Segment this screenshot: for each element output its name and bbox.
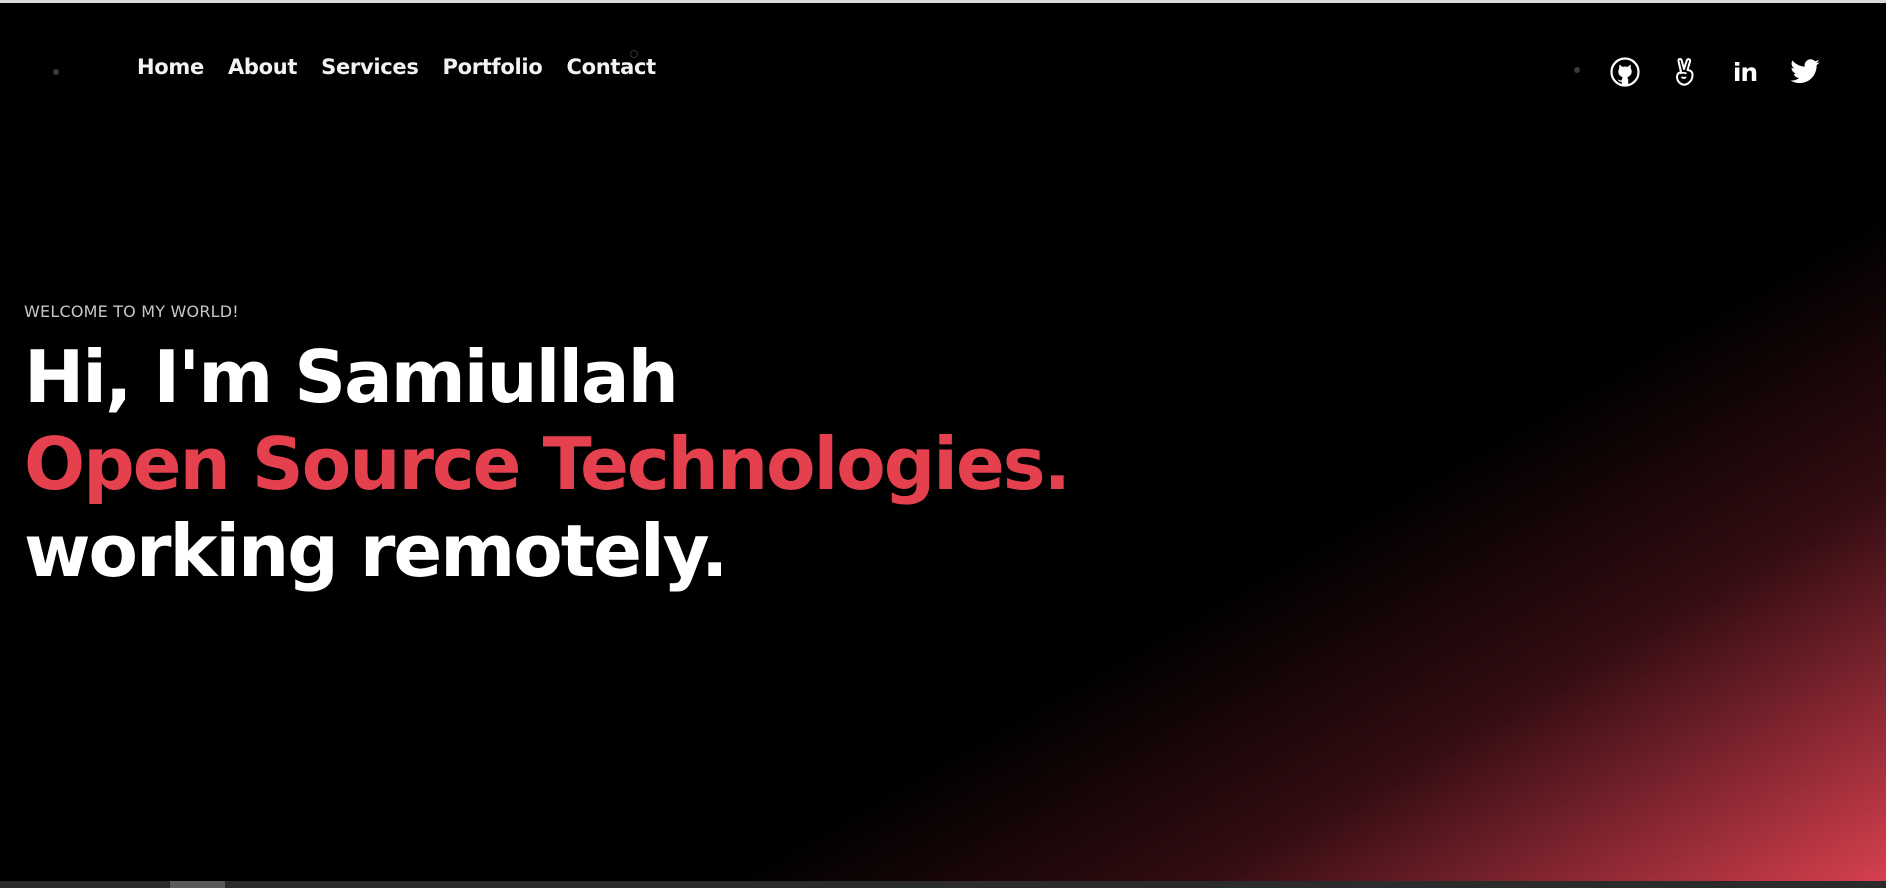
- angellist-icon[interactable]: [1668, 55, 1702, 89]
- welcome-subtitle: WELCOME TO MY WORLD!: [24, 302, 239, 321]
- github-icon[interactable]: [1608, 55, 1642, 89]
- social-links: in: [1608, 55, 1822, 89]
- nav-link-services[interactable]: Services: [321, 55, 419, 79]
- horizontal-scrollbar[interactable]: [0, 881, 1886, 888]
- headline-line-role: Open Source Technologies.: [24, 422, 1071, 506]
- nav-link-portfolio[interactable]: Portfolio: [443, 55, 543, 79]
- site-header: Home About Services Portfolio Contact in: [0, 3, 1886, 143]
- page: Home About Services Portfolio Contact in: [0, 0, 1886, 888]
- scrollbar-thumb[interactable]: [170, 881, 225, 888]
- nav-link-contact[interactable]: Contact: [566, 55, 656, 79]
- headline-line-name: Hi, I'm Samiullah: [24, 335, 679, 419]
- decor-dot: [53, 69, 59, 75]
- main-nav: Home About Services Portfolio Contact: [137, 55, 656, 79]
- twitter-icon[interactable]: [1788, 55, 1822, 89]
- hero-headline: Hi, I'm Samiullah Open Source Technologi…: [24, 334, 1071, 595]
- headline-line-status: working remotely.: [24, 509, 728, 593]
- linkedin-icon[interactable]: in: [1728, 55, 1762, 89]
- nav-link-home[interactable]: Home: [137, 55, 204, 79]
- nav-link-about[interactable]: About: [228, 55, 298, 79]
- linkedin-glyph: in: [1732, 57, 1758, 87]
- hero-section: WELCOME TO MY WORLD! Hi, I'm Samiullah O…: [24, 300, 1071, 595]
- decor-dot: [1574, 67, 1580, 73]
